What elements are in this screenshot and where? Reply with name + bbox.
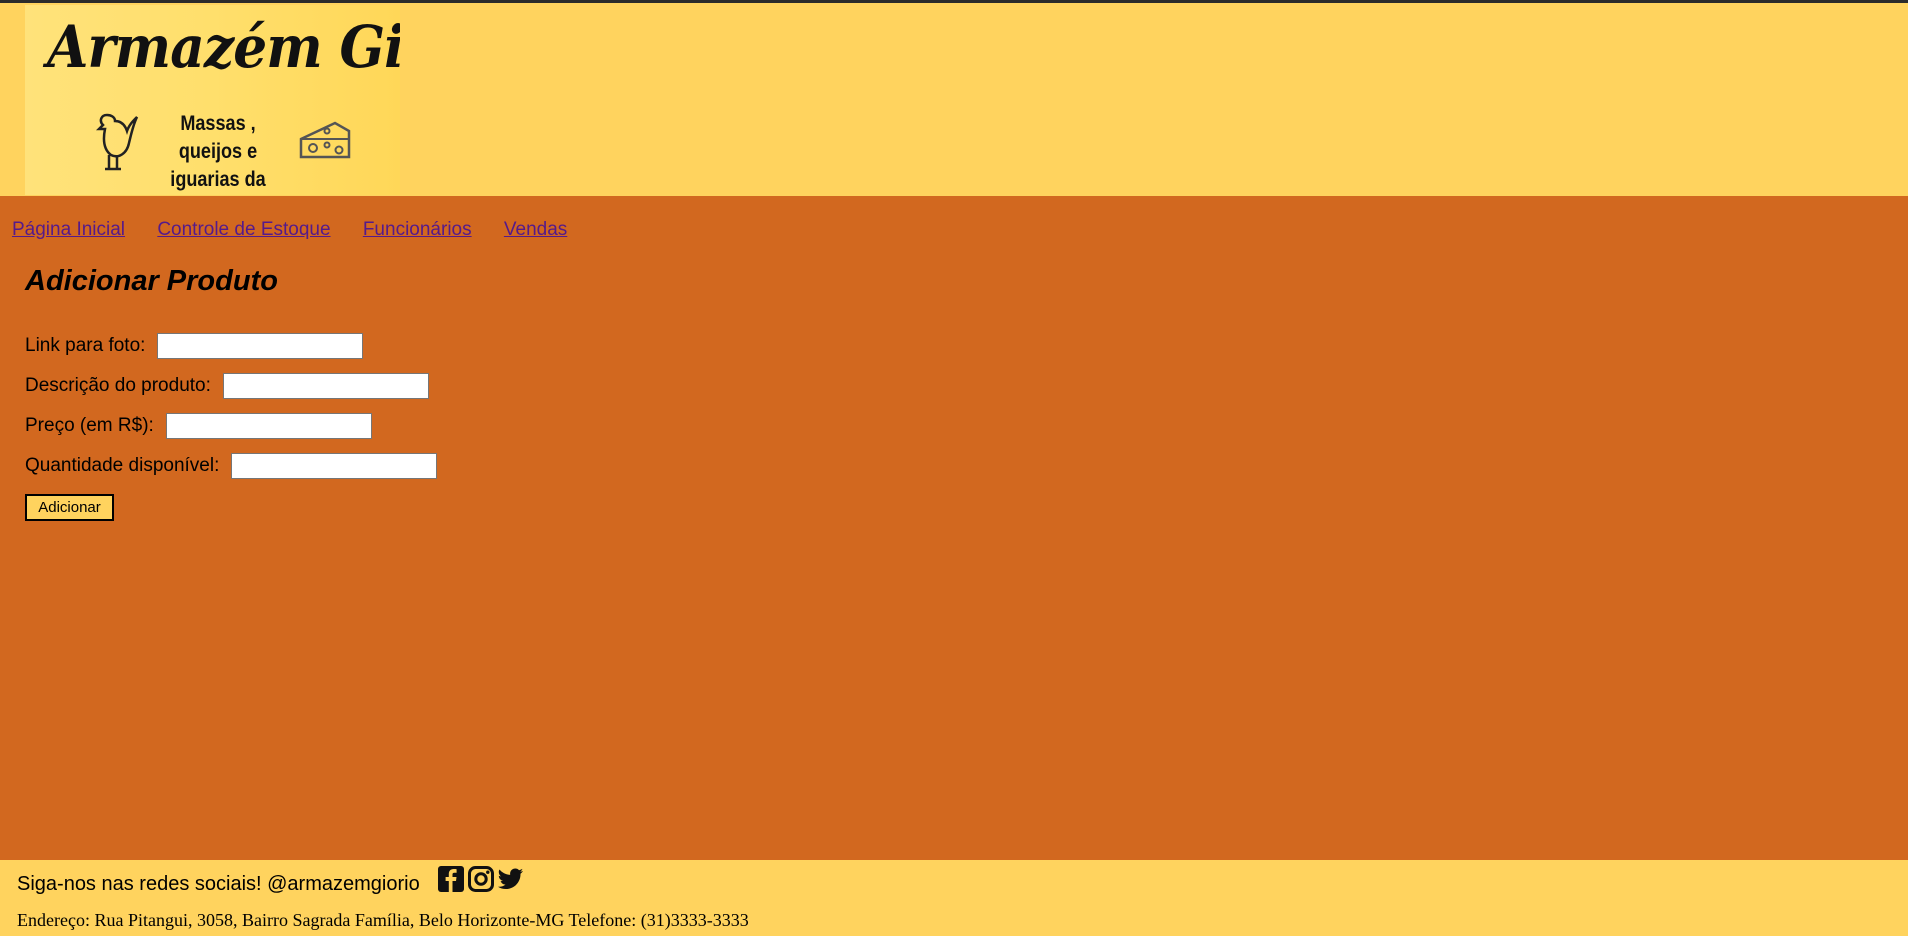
photo-link-input[interactable] (157, 333, 364, 359)
logo-subtitle: Massas , queijos e iguarias da roça (154, 110, 283, 195)
logo-subtitle-line2: iguarias da roça (170, 168, 266, 191)
address-text: Endereço: Rua Pitangui, 3058, Bairro Sag… (17, 910, 749, 930)
cheese-icon (299, 121, 351, 159)
quantity-label: Quantidade disponível: (25, 455, 220, 476)
form-row-quantity: Quantidade disponível: (25, 453, 438, 479)
twitter-icon[interactable] (498, 866, 524, 892)
logo-title: Armazém Giório (47, 13, 400, 81)
logo-subtitle-line1: Massas , queijos e (178, 112, 258, 163)
price-label: Preço (em R$): (25, 415, 154, 436)
page-title: Adicionar Produto (25, 265, 278, 297)
instagram-icon[interactable] (468, 866, 494, 892)
price-input[interactable] (165, 413, 372, 439)
logo: Armazém Giório Massas , queijos e iguari… (25, 5, 400, 195)
site-footer: Siga-nos nas redes sociais! @armazemgior… (0, 860, 1908, 936)
description-label: Descrição do produto: (25, 375, 211, 396)
nav-link-vendas[interactable]: Vendas (504, 219, 567, 240)
nav-link-controle-de-estoque[interactable]: Controle de Estoque (157, 219, 330, 240)
follow-text: Siga-nos nas redes sociais! @armazemgior… (17, 873, 420, 895)
photo-link-label: Link para foto: (25, 335, 146, 356)
description-input[interactable] (222, 373, 429, 399)
nav-link-funcionarios[interactable]: Funcionários (363, 219, 472, 240)
facebook-icon[interactable] (438, 866, 464, 892)
main-nav: Página Inicial Controle de Estoque Funci… (12, 219, 594, 241)
quantity-input[interactable] (231, 453, 438, 479)
form-row-photo-link: Link para foto: (25, 333, 364, 359)
nav-link-pagina-inicial[interactable]: Página Inicial (12, 219, 125, 240)
form-row-description: Descrição do produto: (25, 373, 429, 399)
add-button[interactable]: Adicionar (25, 494, 114, 521)
form-row-price: Preço (em R$): (25, 413, 372, 439)
chicken-icon (95, 113, 139, 171)
site-header: Armazém Giório Massas , queijos e iguari… (0, 3, 1908, 196)
